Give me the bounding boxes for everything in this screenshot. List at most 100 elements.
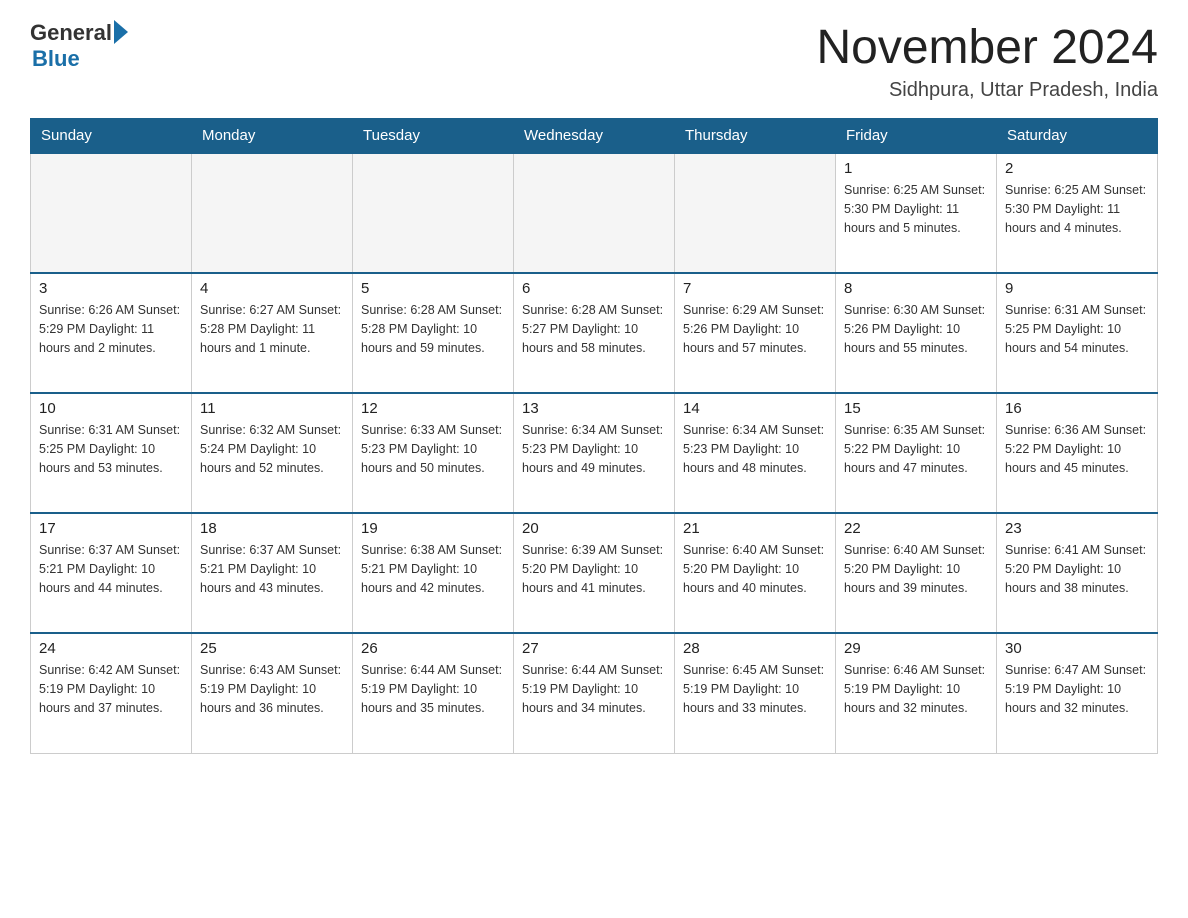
day-info: Sunrise: 6:26 AM Sunset: 5:29 PM Dayligh… — [39, 301, 183, 357]
calendar-cell: 4 Sunrise: 6:27 AM Sunset: 5:28 PM Daylig… — [192, 273, 353, 393]
day-number: 23 — [1005, 520, 1149, 537]
weekday-header-thursday: Thursday — [675, 119, 836, 154]
calendar-cell: 25 Sunrise: 6:43 AM Sunset: 5:19 PM Dayli… — [192, 633, 353, 753]
calendar-cell — [514, 153, 675, 273]
day-info: Sunrise: 6:40 AM Sunset: 5:20 PM Dayligh… — [844, 541, 988, 597]
calendar-row-2: 10 Sunrise: 6:31 AM Sunset: 5:25 PM Dayli… — [31, 393, 1158, 513]
calendar-cell: 11 Sunrise: 6:32 AM Sunset: 5:24 PM Dayli… — [192, 393, 353, 513]
calendar-cell: 6 Sunrise: 6:28 AM Sunset: 5:27 PM Daylig… — [514, 273, 675, 393]
day-info: Sunrise: 6:27 AM Sunset: 5:28 PM Dayligh… — [200, 301, 344, 357]
calendar-cell: 27 Sunrise: 6:44 AM Sunset: 5:19 PM Dayli… — [514, 633, 675, 753]
calendar-table: SundayMondayTuesdayWednesdayThursdayFrid… — [30, 118, 1158, 754]
day-number: 7 — [683, 280, 827, 297]
calendar-cell: 8 Sunrise: 6:30 AM Sunset: 5:26 PM Daylig… — [836, 273, 997, 393]
calendar-cell: 24Sunrise: 6:42 AM Sunset: 5:19 PM Dayli… — [31, 633, 192, 753]
calendar-cell: 5 Sunrise: 6:28 AM Sunset: 5:28 PM Daylig… — [353, 273, 514, 393]
day-info: Sunrise: 6:35 AM Sunset: 5:22 PM Dayligh… — [844, 421, 988, 477]
day-info: Sunrise: 6:28 AM Sunset: 5:27 PM Dayligh… — [522, 301, 666, 357]
header: General Blue November 2024 Sidhpura, Utt… — [30, 20, 1158, 102]
day-info: Sunrise: 6:31 AM Sunset: 5:25 PM Dayligh… — [39, 421, 183, 477]
day-info: Sunrise: 6:38 AM Sunset: 5:21 PM Dayligh… — [361, 541, 505, 597]
day-number: 4 — [200, 280, 344, 297]
day-number: 24 — [39, 640, 183, 657]
day-number: 20 — [522, 520, 666, 537]
day-info: Sunrise: 6:37 AM Sunset: 5:21 PM Dayligh… — [39, 541, 183, 597]
day-number: 1 — [844, 160, 988, 177]
day-info: Sunrise: 6:43 AM Sunset: 5:19 PM Dayligh… — [200, 661, 344, 717]
day-number: 12 — [361, 400, 505, 417]
day-number: 29 — [844, 640, 988, 657]
calendar-cell: 20 Sunrise: 6:39 AM Sunset: 5:20 PM Dayli… — [514, 513, 675, 633]
calendar-cell: 9 Sunrise: 6:31 AM Sunset: 5:25 PM Daylig… — [997, 273, 1158, 393]
calendar-cell: 17 Sunrise: 6:37 AM Sunset: 5:21 PM Dayli… — [31, 513, 192, 633]
day-info: Sunrise: 6:45 AM Sunset: 5:19 PM Dayligh… — [683, 661, 827, 717]
day-info: Sunrise: 6:36 AM Sunset: 5:22 PM Dayligh… — [1005, 421, 1149, 477]
calendar-cell: 29 Sunrise: 6:46 AM Sunset: 5:19 PM Dayli… — [836, 633, 997, 753]
day-info: Sunrise: 6:33 AM Sunset: 5:23 PM Dayligh… — [361, 421, 505, 477]
calendar-cell: 16 Sunrise: 6:36 AM Sunset: 5:22 PM Dayli… — [997, 393, 1158, 513]
calendar-cell: 12 Sunrise: 6:33 AM Sunset: 5:23 PM Dayli… — [353, 393, 514, 513]
day-info: Sunrise: 6:39 AM Sunset: 5:20 PM Dayligh… — [522, 541, 666, 597]
calendar-cell: 18 Sunrise: 6:37 AM Sunset: 5:21 PM Dayli… — [192, 513, 353, 633]
day-number: 25 — [200, 640, 344, 657]
day-info: Sunrise: 6:25 AM Sunset: 5:30 PM Dayligh… — [1005, 181, 1149, 237]
calendar-cell: 7 Sunrise: 6:29 AM Sunset: 5:26 PM Daylig… — [675, 273, 836, 393]
calendar-cell: 3 Sunrise: 6:26 AM Sunset: 5:29 PM Daylig… — [31, 273, 192, 393]
day-number: 6 — [522, 280, 666, 297]
day-info: Sunrise: 6:40 AM Sunset: 5:20 PM Dayligh… — [683, 541, 827, 597]
calendar-cell: 22Sunrise: 6:40 AM Sunset: 5:20 PM Dayli… — [836, 513, 997, 633]
weekday-header-wednesday: Wednesday — [514, 119, 675, 154]
day-info: Sunrise: 6:29 AM Sunset: 5:26 PM Dayligh… — [683, 301, 827, 357]
day-info: Sunrise: 6:28 AM Sunset: 5:28 PM Dayligh… — [361, 301, 505, 357]
day-info: Sunrise: 6:46 AM Sunset: 5:19 PM Dayligh… — [844, 661, 988, 717]
day-number: 8 — [844, 280, 988, 297]
day-number: 13 — [522, 400, 666, 417]
day-info: Sunrise: 6:30 AM Sunset: 5:26 PM Dayligh… — [844, 301, 988, 357]
location-text: Sidhpura, Uttar Pradesh, India — [816, 79, 1158, 102]
day-number: 19 — [361, 520, 505, 537]
weekday-header-tuesday: Tuesday — [353, 119, 514, 154]
logo: General Blue — [30, 20, 128, 72]
day-info: Sunrise: 6:37 AM Sunset: 5:21 PM Dayligh… — [200, 541, 344, 597]
title-area: November 2024 Sidhpura, Uttar Pradesh, I… — [816, 20, 1158, 102]
day-number: 17 — [39, 520, 183, 537]
calendar-row-1: 3 Sunrise: 6:26 AM Sunset: 5:29 PM Daylig… — [31, 273, 1158, 393]
calendar-cell: 2 Sunrise: 6:25 AM Sunset: 5:30 PM Daylig… — [997, 153, 1158, 273]
calendar-row-3: 17 Sunrise: 6:37 AM Sunset: 5:21 PM Dayli… — [31, 513, 1158, 633]
calendar-cell: 28Sunrise: 6:45 AM Sunset: 5:19 PM Dayli… — [675, 633, 836, 753]
logo-blue-text: Blue — [32, 46, 128, 72]
day-number: 5 — [361, 280, 505, 297]
day-info: Sunrise: 6:34 AM Sunset: 5:23 PM Dayligh… — [522, 421, 666, 477]
calendar-cell: 14 Sunrise: 6:34 AM Sunset: 5:23 PM Dayli… — [675, 393, 836, 513]
day-info: Sunrise: 6:41 AM Sunset: 5:20 PM Dayligh… — [1005, 541, 1149, 597]
day-number: 10 — [39, 400, 183, 417]
weekday-header-sunday: Sunday — [31, 119, 192, 154]
day-info: Sunrise: 6:31 AM Sunset: 5:25 PM Dayligh… — [1005, 301, 1149, 357]
calendar-cell: 10 Sunrise: 6:31 AM Sunset: 5:25 PM Dayli… — [31, 393, 192, 513]
day-info: Sunrise: 6:32 AM Sunset: 5:24 PM Dayligh… — [200, 421, 344, 477]
weekday-header-saturday: Saturday — [997, 119, 1158, 154]
day-info: Sunrise: 6:44 AM Sunset: 5:19 PM Dayligh… — [522, 661, 666, 717]
calendar-cell: 1 Sunrise: 6:25 AM Sunset: 5:30 PM Daylig… — [836, 153, 997, 273]
day-info: Sunrise: 6:47 AM Sunset: 5:19 PM Dayligh… — [1005, 661, 1149, 717]
day-number: 27 — [522, 640, 666, 657]
day-info: Sunrise: 6:44 AM Sunset: 5:19 PM Dayligh… — [361, 661, 505, 717]
day-number: 9 — [1005, 280, 1149, 297]
calendar-cell: 26Sunrise: 6:44 AM Sunset: 5:19 PM Dayli… — [353, 633, 514, 753]
day-number: 2 — [1005, 160, 1149, 177]
day-number: 14 — [683, 400, 827, 417]
day-number: 11 — [200, 400, 344, 417]
day-number: 21 — [683, 520, 827, 537]
calendar-row-4: 24Sunrise: 6:42 AM Sunset: 5:19 PM Dayli… — [31, 633, 1158, 753]
day-number: 3 — [39, 280, 183, 297]
day-info: Sunrise: 6:25 AM Sunset: 5:30 PM Dayligh… — [844, 181, 988, 237]
calendar-cell — [31, 153, 192, 273]
calendar-cell: 19 Sunrise: 6:38 AM Sunset: 5:21 PM Dayli… — [353, 513, 514, 633]
calendar-cell: 23 Sunrise: 6:41 AM Sunset: 5:20 PM Dayli… — [997, 513, 1158, 633]
calendar-cell — [192, 153, 353, 273]
logo-arrow-icon — [114, 20, 128, 44]
day-number: 16 — [1005, 400, 1149, 417]
day-info: Sunrise: 6:34 AM Sunset: 5:23 PM Dayligh… — [683, 421, 827, 477]
day-number: 18 — [200, 520, 344, 537]
weekday-header-monday: Monday — [192, 119, 353, 154]
